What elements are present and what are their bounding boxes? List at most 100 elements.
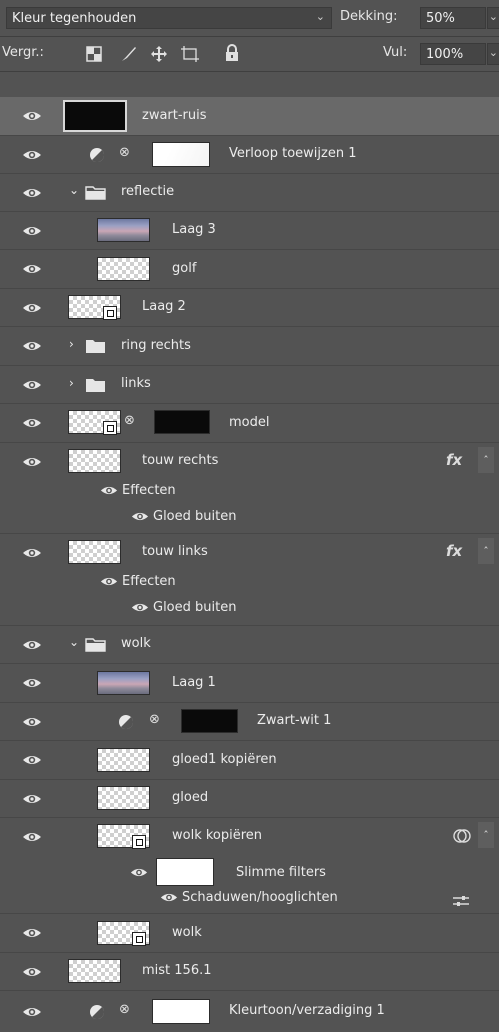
eye-icon[interactable] <box>22 831 42 843</box>
effects-label: Effecten <box>122 483 176 498</box>
layer-thumbnail <box>63 100 127 132</box>
smart-object-icon <box>132 835 146 849</box>
layer-name: Laag 2 <box>142 299 186 314</box>
eye-icon[interactable] <box>100 485 118 496</box>
smart-filters-row[interactable]: Slimme filters <box>130 858 326 886</box>
eye-icon[interactable] <box>22 456 42 468</box>
smart-object-icon <box>103 306 117 320</box>
effects-row[interactable]: Effecten <box>100 574 176 589</box>
layer-row-model[interactable]: ⊗ model <box>0 404 499 442</box>
opacity-label: Dekking: <box>340 9 398 24</box>
layer-row-kleurtoon[interactable]: ⊗ Kleurtoon/verzadiging 1 <box>0 991 499 1032</box>
link-icon[interactable]: ⊗ <box>119 1002 130 1017</box>
eye-icon[interactable] <box>22 966 42 978</box>
fill-dropdown-button[interactable]: ⌄ <box>487 43 499 65</box>
filter-row-schaduwen[interactable]: Schaduwen/hooglichten <box>160 890 338 905</box>
layer-name: model <box>229 415 270 430</box>
opacity-field[interactable]: 50% <box>420 7 486 29</box>
chevron-right-icon[interactable]: › <box>69 337 74 351</box>
layer-row-golf[interactable]: golf <box>0 250 499 288</box>
lock-all-icon[interactable] <box>224 44 240 62</box>
link-icon[interactable]: ⊗ <box>119 145 130 160</box>
layer-row-laag-1[interactable]: Laag 1 <box>0 664 499 702</box>
eye-icon[interactable] <box>22 225 42 237</box>
layer-mask-thumbnail <box>181 709 238 733</box>
eye-icon[interactable] <box>100 576 118 587</box>
chevron-down-icon: ⌄ <box>488 10 498 23</box>
group-row-ring-rechts[interactable]: › ring rechts <box>0 327 499 365</box>
layer-row-touw-rechts[interactable]: touw rechts fx ˆ Effecten Gloed buiten <box>0 443 499 533</box>
eye-icon[interactable] <box>130 867 148 878</box>
eye-icon[interactable] <box>22 149 42 161</box>
link-icon[interactable]: ⊗ <box>149 712 160 727</box>
eye-icon[interactable] <box>22 754 42 766</box>
chevron-right-icon[interactable]: › <box>69 376 74 390</box>
layer-row-wolk[interactable]: wolk <box>0 914 499 952</box>
lock-transparent-pixels-icon[interactable] <box>86 46 102 62</box>
smart-filter-icon[interactable] <box>452 828 472 844</box>
chevron-down-icon[interactable]: ⌄ <box>69 183 79 197</box>
eye-icon[interactable] <box>22 547 42 559</box>
layer-thumbnail <box>97 671 150 695</box>
layer-row-touw-links[interactable]: touw links fx ˆ Effecten Gloed buiten <box>0 534 499 625</box>
layer-row-verloop-toewijzen[interactable]: ⊗ Verloop toewijzen 1 <box>0 136 499 173</box>
eye-icon[interactable] <box>22 110 42 122</box>
group-row-links[interactable]: › links <box>0 366 499 403</box>
layer-name: zwart-ruis <box>142 108 207 123</box>
eye-icon[interactable] <box>22 263 42 275</box>
layer-mask-thumbnail <box>154 410 210 434</box>
layer-name: touw links <box>142 544 208 559</box>
chevron-down-icon[interactable]: ⌄ <box>69 635 79 649</box>
blending-options-icon[interactable] <box>452 895 470 907</box>
layer-row-laag-3[interactable]: Laag 3 <box>0 212 499 249</box>
layer-thumbnail <box>97 218 150 242</box>
layer-thumbnail <box>97 786 150 810</box>
eye-icon[interactable] <box>131 511 149 522</box>
eye-icon[interactable] <box>22 187 42 199</box>
eye-icon[interactable] <box>22 677 42 689</box>
adjustment-layer-icon <box>90 148 105 163</box>
link-icon[interactable]: ⊗ <box>124 413 135 428</box>
layer-row-zwart-ruis[interactable]: zwart-ruis <box>0 97 499 135</box>
layer-thumbnail <box>68 540 121 564</box>
eye-icon[interactable] <box>22 379 42 391</box>
blend-mode-dropdown[interactable]: Kleur tegenhouden ⌄ <box>6 7 332 29</box>
collapse-effects-button[interactable]: ˆ <box>478 447 494 473</box>
effect-row-gloed-buiten[interactable]: Gloed buiten <box>131 509 236 524</box>
eye-icon[interactable] <box>22 340 42 352</box>
group-row-reflectie[interactable]: ⌄ reflectie <box>0 174 499 211</box>
layer-row-wolk-kopieren[interactable]: wolk kopiëren ˆ Slimme filters Schaduwen… <box>0 818 499 913</box>
effect-row-gloed-buiten[interactable]: Gloed buiten <box>131 600 236 615</box>
adjustment-layer-icon <box>90 1005 105 1020</box>
adjustment-layer-icon <box>119 715 134 730</box>
eye-icon[interactable] <box>22 793 42 805</box>
effects-row[interactable]: Effecten <box>100 483 176 498</box>
eye-icon[interactable] <box>22 927 42 939</box>
fill-field[interactable]: 100% <box>420 43 486 65</box>
lock-image-pixels-icon[interactable] <box>120 45 138 63</box>
opacity-dropdown-button[interactable]: ⌄ <box>487 7 499 29</box>
layer-row-zwart-wit[interactable]: ⊗ Zwart-wit 1 <box>0 703 499 740</box>
eye-icon[interactable] <box>22 417 42 429</box>
eye-icon[interactable] <box>22 639 42 651</box>
layer-row-laag-2[interactable]: Laag 2 <box>0 289 499 326</box>
layer-mask-thumbnail <box>152 999 210 1024</box>
lock-artboard-icon[interactable] <box>180 45 200 63</box>
collapse-effects-button[interactable]: ˆ <box>478 538 494 564</box>
lock-position-icon[interactable] <box>150 45 168 63</box>
layer-row-mist[interactable]: mist 156.1 <box>0 953 499 990</box>
opacity-value: 50% <box>426 10 455 26</box>
group-row-wolk[interactable]: ⌄ wolk <box>0 626 499 663</box>
eye-icon[interactable] <box>22 716 42 728</box>
eye-icon[interactable] <box>22 1006 42 1018</box>
layer-row-gloed1-kopieren[interactable]: gloed1 kopiëren <box>0 741 499 779</box>
layer-row-gloed[interactable]: gloed <box>0 780 499 817</box>
eye-icon[interactable] <box>160 892 178 903</box>
collapse-filters-button[interactable]: ˆ <box>478 822 494 848</box>
eye-icon[interactable] <box>22 302 42 314</box>
layer-name: Zwart-wit 1 <box>257 713 332 728</box>
fx-icon[interactable]: fx <box>446 542 462 560</box>
fx-icon[interactable]: fx <box>446 451 462 469</box>
group-name: links <box>121 376 151 391</box>
eye-icon[interactable] <box>131 602 149 613</box>
